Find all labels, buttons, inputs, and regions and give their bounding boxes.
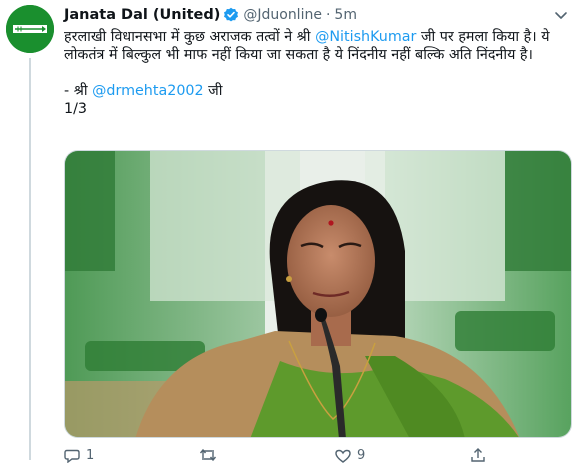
thread-count: 1/3 <box>64 101 88 117</box>
author-handle[interactable]: @Jduonline <box>243 7 322 23</box>
thread-line <box>29 58 31 460</box>
text-segment: जी पर हमला किया है। <box>416 29 537 45</box>
like-icon <box>335 449 351 463</box>
more-caret-icon[interactable] <box>552 8 570 22</box>
text-segment: - श्री <box>64 83 93 99</box>
tweet-signature: - श्री @drmehta2002 जी <box>64 82 572 100</box>
tweet-actions: 1 9 <box>64 448 564 464</box>
party-logo-icon <box>6 5 54 53</box>
text-segment: जी <box>203 83 223 99</box>
photo-image <box>65 151 571 437</box>
author-name[interactable]: Janata Dal (United) <box>64 7 220 23</box>
separator-dot: · <box>325 7 331 23</box>
verified-badge-icon <box>223 7 239 23</box>
like-button[interactable]: 9 <box>335 448 365 463</box>
mention-link[interactable]: @NitishKumar <box>315 29 416 45</box>
mention-link[interactable]: @drmehta2002 <box>92 83 204 99</box>
tweet-timestamp[interactable]: 5m <box>334 7 357 23</box>
reply-count: 1 <box>86 448 95 463</box>
tweet-text-paragraph-1: हरलाखी विधानसभा में कुछ अराजक तत्वों ने … <box>64 28 572 64</box>
tweet-text: हरलाखी विधानसभा में कुछ अराजक तत्वों ने … <box>64 28 572 118</box>
reply-icon <box>64 449 80 463</box>
text-segment: हरलाखी विधानसभा में कुछ अराजक तत्वों ने … <box>64 29 316 45</box>
tweet-header: Janata Dal (United) @Jduonline · 5m <box>64 5 357 25</box>
like-count: 9 <box>357 448 366 463</box>
avatar[interactable] <box>6 5 54 53</box>
reply-button[interactable]: 1 <box>64 448 94 463</box>
tweet-photo[interactable] <box>64 150 572 438</box>
tweet[interactable]: Janata Dal (United) @Jduonline · 5m हरला… <box>0 0 578 463</box>
